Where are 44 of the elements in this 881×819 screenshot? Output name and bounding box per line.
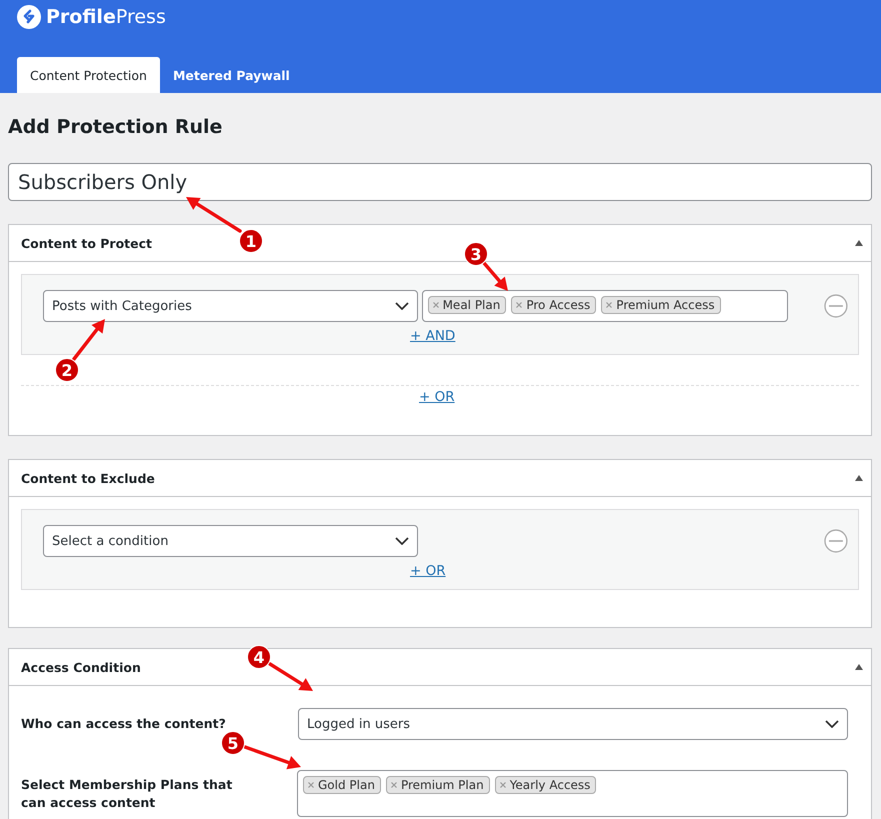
or-link[interactable]: + OR: [410, 563, 446, 579]
remove-icon[interactable]: [824, 294, 848, 318]
field-label: Select Membership Plans that can access content: [21, 776, 234, 812]
chevron-icon: [394, 302, 409, 310]
tag-chip[interactable]: Pro Access: [511, 296, 596, 314]
panel-title: Access Condition: [21, 660, 141, 674]
remove-icon[interactable]: [308, 782, 314, 788]
collapse-icon[interactable]: [855, 240, 863, 246]
panel-title: Content to Protect: [21, 236, 152, 250]
chevron-icon: [394, 537, 409, 545]
chevron-icon: [825, 720, 839, 728]
field-label: Who can access the content?: [21, 715, 226, 733]
brand-name: ProfilePress: [46, 6, 166, 28]
tab[interactable]: Content Protection: [17, 57, 160, 93]
callout-arrow: [243, 745, 301, 770]
plans-field[interactable]: Gold Plan Premium Plan Yearly Access: [297, 770, 848, 817]
remove-icon[interactable]: [390, 782, 397, 788]
remove-icon[interactable]: [516, 302, 522, 308]
and-link[interactable]: + AND: [410, 328, 456, 344]
tab[interactable]: Metered Paywall: [160, 57, 303, 93]
remove-icon[interactable]: [500, 782, 506, 788]
tag-chip[interactable]: Premium Plan: [386, 776, 490, 794]
tag-chip[interactable]: Premium Access: [601, 296, 721, 314]
callout-arrow: [482, 261, 508, 291]
access-select[interactable]: Logged in users: [298, 708, 848, 740]
logo-icon: [17, 5, 41, 29]
remove-icon[interactable]: [824, 529, 848, 553]
callout-arrow: [186, 197, 242, 233]
collapse-icon[interactable]: [855, 475, 863, 481]
tag-chip[interactable]: Yearly Access: [494, 776, 596, 794]
condition-select[interactable]: Select a condition: [43, 525, 418, 557]
tag-chip[interactable]: Meal Plan: [428, 296, 506, 314]
tags-field[interactable]: Meal Plan Pro Access Premium Access: [422, 290, 788, 322]
rule-title-field[interactable]: Subscribers Only: [8, 163, 872, 201]
callout-arrow: [72, 319, 105, 361]
page-title: Add Protection Rule: [8, 115, 224, 139]
tag-chip[interactable]: Gold Plan: [303, 776, 381, 794]
condition-select[interactable]: Posts with Categories: [43, 290, 418, 322]
or-link[interactable]: + OR: [416, 389, 458, 405]
panel-title: Content to Exclude: [21, 470, 155, 486]
remove-icon[interactable]: [606, 302, 612, 308]
callout-arrow: [268, 662, 313, 691]
remove-icon[interactable]: [432, 302, 439, 308]
collapse-icon[interactable]: [855, 664, 863, 670]
